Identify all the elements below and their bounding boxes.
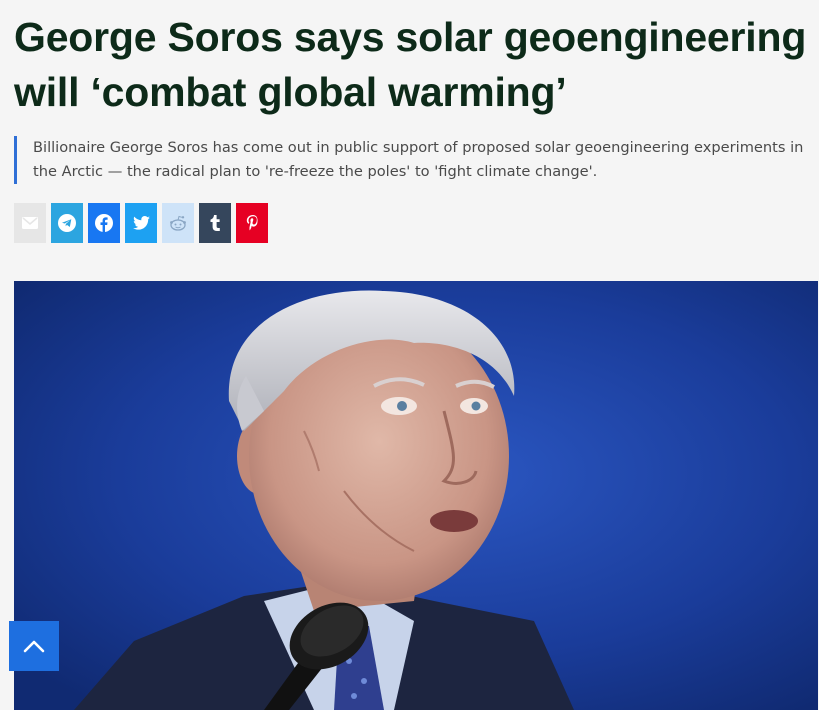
back-to-top-button[interactable]: [9, 621, 59, 671]
arrow-up-icon: [23, 640, 45, 653]
share-email-button[interactable]: [14, 203, 46, 243]
tumblr-icon: [210, 215, 220, 231]
email-icon: [22, 217, 38, 229]
share-buttons: [14, 203, 268, 243]
article-summary: Billionaire George Soros has come out in…: [14, 136, 809, 184]
twitter-icon: [132, 216, 150, 230]
share-twitter-button[interactable]: [125, 203, 157, 243]
telegram-icon: [58, 214, 76, 232]
share-tumblr-button[interactable]: [199, 203, 231, 243]
reddit-icon: [170, 215, 186, 231]
share-facebook-button[interactable]: [88, 203, 120, 243]
share-telegram-button[interactable]: [51, 203, 83, 243]
share-pinterest-button[interactable]: [236, 203, 268, 243]
share-reddit-button[interactable]: [162, 203, 194, 243]
hero-photo: [14, 281, 818, 710]
facebook-icon: [95, 214, 113, 232]
pinterest-icon: [246, 214, 258, 230]
article-headline: George Soros says solar geoengineering w…: [14, 14, 807, 115]
